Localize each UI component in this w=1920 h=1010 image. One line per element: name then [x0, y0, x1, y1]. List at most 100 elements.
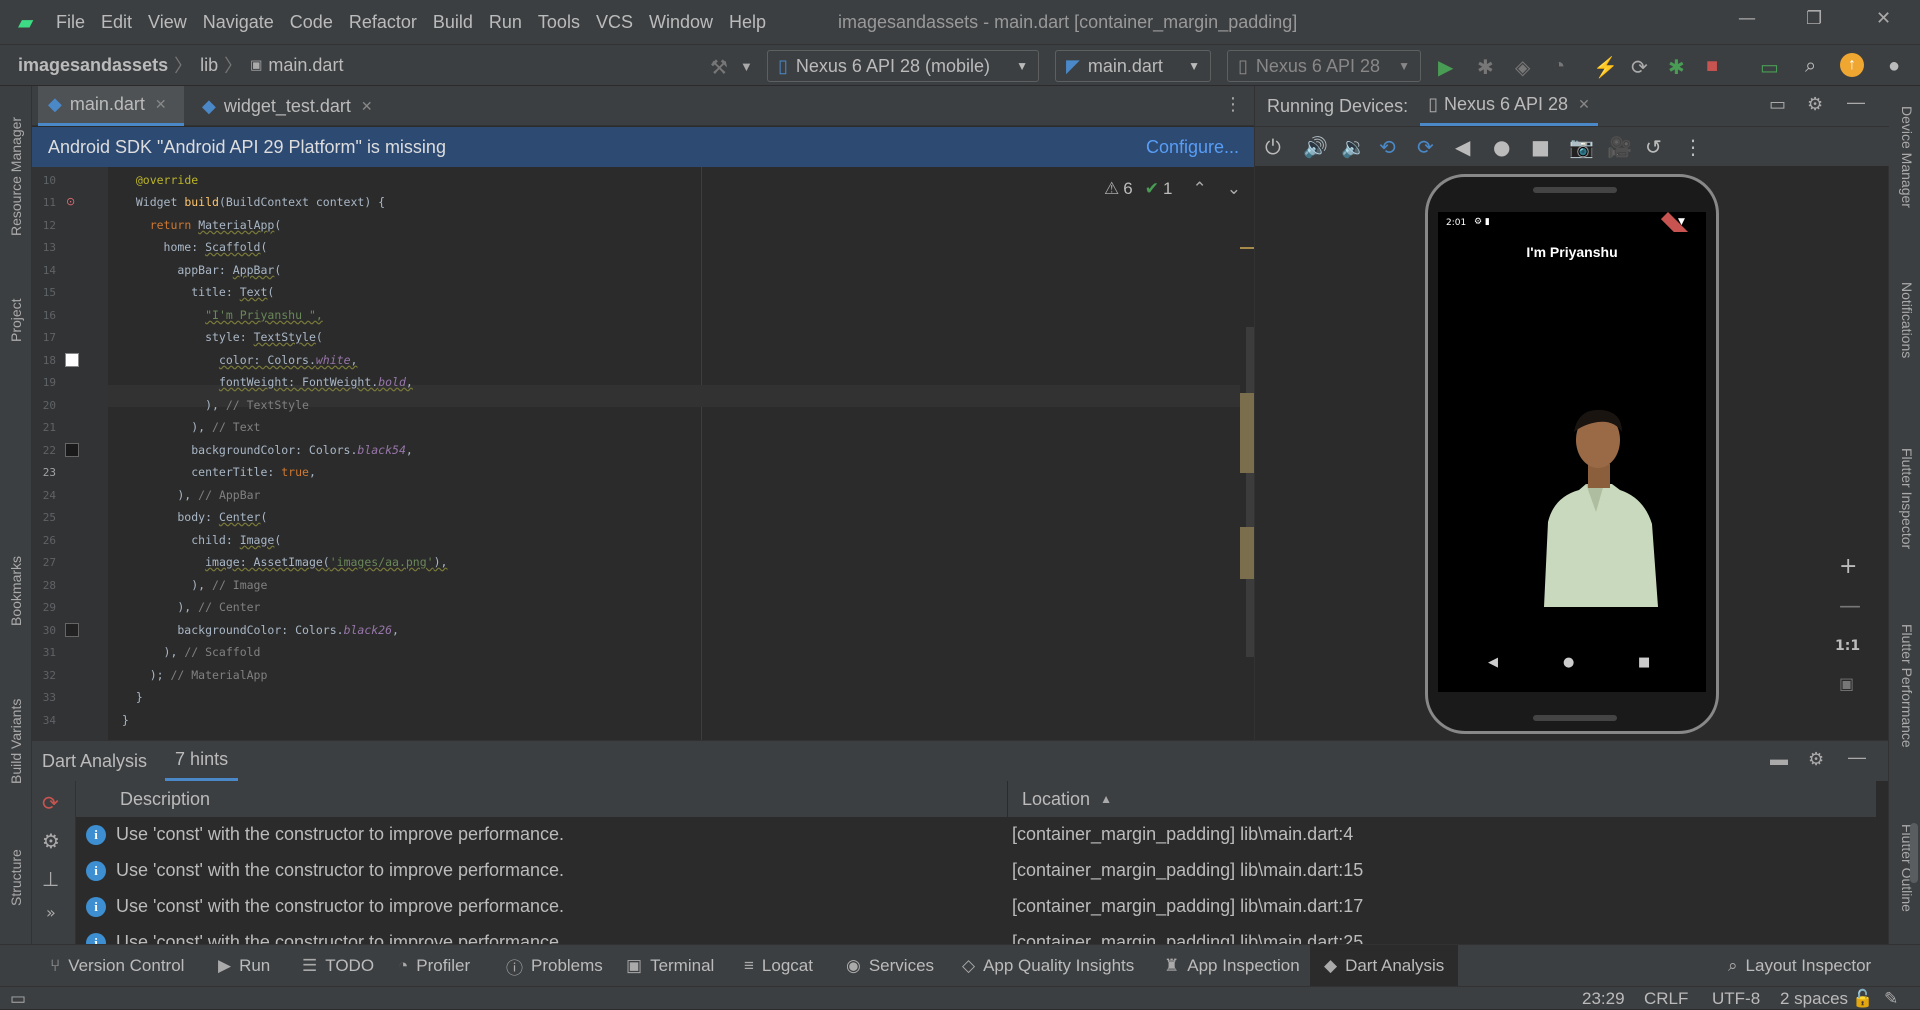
- minimize-icon[interactable]: —: [1738, 8, 1756, 29]
- color-swatch-black54-icon[interactable]: [65, 443, 79, 457]
- tool-structure[interactable]: Structure: [8, 849, 24, 906]
- menu-code[interactable]: Code: [282, 12, 341, 33]
- search-icon[interactable]: ⌕: [1805, 55, 1816, 78]
- pencil-icon[interactable]: ✎: [1884, 987, 1898, 1010]
- menu-tools[interactable]: Tools: [530, 12, 588, 33]
- profile-icon[interactable]: ◔: [1553, 55, 1565, 78]
- inspection-widget[interactable]: ⚠ 6 ✔ 1 ⌃ ⌄: [1104, 179, 1241, 199]
- tool-resource-manager[interactable]: Resource Manager: [8, 117, 24, 236]
- volume-up-icon[interactable]: 🔊: [1303, 135, 1328, 159]
- expand-icon[interactable]: »: [46, 903, 56, 922]
- zoom-in-icon[interactable]: +: [1839, 554, 1857, 579]
- menu-vcs[interactable]: VCS: [588, 12, 641, 33]
- breadcrumb-folder[interactable]: lib: [200, 55, 218, 76]
- stop-icon[interactable]: ■: [1706, 55, 1718, 78]
- more-options-icon[interactable]: ⋮: [1224, 94, 1242, 115]
- coverage-icon[interactable]: ◈: [1515, 55, 1530, 80]
- chevron-up-icon[interactable]: ⌃: [1192, 179, 1206, 199]
- tool-notifications[interactable]: Notifications: [1899, 282, 1915, 358]
- close-tab-icon[interactable]: ✕: [1578, 96, 1590, 113]
- tool-logcat[interactable]: ≡ Logcat: [744, 945, 813, 987]
- tool-problems[interactable]: ⓘ Problems: [506, 945, 603, 987]
- error-stripe[interactable]: [1240, 167, 1254, 740]
- column-location[interactable]: Location ▲: [1008, 781, 1876, 817]
- tool-dart-analysis[interactable]: ◆ Dart Analysis: [1310, 945, 1459, 987]
- hints-tab[interactable]: 7 hints: [165, 741, 239, 781]
- panel-toggle-icon[interactable]: ▭: [10, 987, 26, 1010]
- breadcrumb-file[interactable]: main.dart: [268, 55, 343, 76]
- home-icon[interactable]: ●: [1493, 135, 1510, 159]
- device-tab[interactable]: ▯ Nexus 6 API 28 ✕: [1420, 86, 1598, 126]
- hammer-icon[interactable]: ⚒: [710, 55, 728, 80]
- comment-icon[interactable]: ▬: [1770, 749, 1788, 770]
- android-back-icon[interactable]: ◀: [1488, 655, 1498, 670]
- run-config-selector[interactable]: ◤ main.dart ▼: [1055, 50, 1211, 82]
- device-manager-icon[interactable]: ▭: [1760, 55, 1779, 80]
- chevron-down-icon[interactable]: ▼: [740, 59, 753, 74]
- tool-version-control[interactable]: ⑂ Version Control: [50, 945, 184, 987]
- tool-bookmarks[interactable]: Bookmarks: [8, 556, 24, 626]
- tool-device-manager[interactable]: Device Manager: [1899, 106, 1915, 208]
- device-selector-secondary[interactable]: ▯ Nexus 6 API 28 ▼: [1227, 50, 1421, 82]
- run-icon[interactable]: ▶: [1438, 55, 1453, 80]
- tool-profiler[interactable]: ◔ Profiler: [398, 945, 470, 987]
- zoom-out-icon[interactable]: —: [1839, 594, 1861, 619]
- hide-panel-icon[interactable]: —: [1847, 92, 1865, 113]
- rotate-left-icon[interactable]: ⟲: [1379, 135, 1396, 159]
- tool-flutter-performance[interactable]: Flutter Performance: [1899, 624, 1915, 748]
- caret-position[interactable]: 23:29: [1582, 987, 1625, 1010]
- debug-icon[interactable]: ✱: [1477, 55, 1494, 80]
- tool-services[interactable]: ◉ Services: [846, 945, 934, 987]
- close-icon[interactable]: ✕: [1876, 8, 1891, 29]
- hot-reload-icon[interactable]: ⚡: [1593, 55, 1618, 80]
- menu-navigate[interactable]: Navigate: [195, 12, 282, 33]
- scrollbar-thumb[interactable]: [1910, 823, 1918, 883]
- volume-down-icon[interactable]: 🔉: [1341, 135, 1366, 159]
- menu-build[interactable]: Build: [425, 12, 481, 33]
- menu-refactor[interactable]: Refactor: [341, 12, 425, 33]
- zoom-actual-size[interactable]: 1:1: [1835, 638, 1860, 654]
- rotate-right-icon[interactable]: ⟳: [1417, 135, 1434, 159]
- screen-record-icon[interactable]: 🎥: [1607, 135, 1632, 159]
- close-tab-icon[interactable]: ✕: [361, 98, 373, 115]
- tool-run[interactable]: ▶ Run: [218, 945, 270, 987]
- column-description[interactable]: Description: [76, 781, 1008, 817]
- table-row[interactable]: i Use 'const' with the constructor to im…: [76, 889, 1876, 925]
- table-row[interactable]: i Use 'const' with the constructor to im…: [76, 925, 1876, 945]
- menu-run[interactable]: Run: [481, 12, 530, 33]
- tool-build-variants[interactable]: Build Variants: [8, 699, 24, 784]
- close-tab-icon[interactable]: ✕: [155, 96, 167, 113]
- back-icon[interactable]: ◀: [1455, 135, 1470, 159]
- power-icon[interactable]: ⏻: [1265, 135, 1281, 159]
- account-icon[interactable]: ●: [1888, 55, 1900, 78]
- line-separator[interactable]: CRLF: [1644, 987, 1688, 1010]
- overview-icon[interactable]: ■: [1531, 135, 1550, 159]
- update-icon[interactable]: ↑: [1840, 53, 1864, 77]
- table-row[interactable]: i Use 'const' with the constructor to im…: [76, 853, 1876, 889]
- tool-todo[interactable]: ☰ TODO: [302, 945, 374, 987]
- apply-changes-icon[interactable]: ⟳: [1631, 55, 1648, 80]
- menu-help[interactable]: Help: [721, 12, 774, 33]
- tab-main-dart[interactable]: ◆ main.dart ✕: [38, 86, 184, 126]
- hide-panel-icon[interactable]: —: [1848, 747, 1866, 768]
- gear-icon[interactable]: ⚙: [42, 829, 60, 853]
- configure-link[interactable]: Configure...: [1146, 137, 1239, 158]
- menu-view[interactable]: View: [140, 12, 195, 33]
- tool-app-inspection[interactable]: ♜ App Inspection: [1164, 945, 1300, 987]
- table-row[interactable]: i Use 'const' with the constructor to im…: [76, 817, 1876, 853]
- gear-icon[interactable]: ⚙: [1807, 94, 1823, 115]
- screenshot-icon[interactable]: 📷: [1569, 135, 1594, 159]
- file-encoding[interactable]: UTF-8: [1712, 987, 1760, 1010]
- more-options-icon[interactable]: ⋮: [1683, 135, 1703, 159]
- tool-project[interactable]: Project: [8, 298, 24, 342]
- tool-terminal[interactable]: ▣ Terminal: [626, 945, 714, 987]
- android-home-icon[interactable]: ●: [1563, 655, 1574, 670]
- pin-icon[interactable]: ⊥: [42, 867, 59, 891]
- lock-icon[interactable]: 🔓: [1852, 987, 1873, 1010]
- chevron-down-icon[interactable]: ⌄: [1227, 179, 1241, 199]
- menu-file[interactable]: File: [48, 12, 93, 33]
- fit-screen-icon[interactable]: ▣: [1839, 674, 1854, 693]
- snapshot-icon[interactable]: ↺: [1645, 135, 1662, 159]
- device-screen[interactable]: 2:01 ⚙ ▮ ▼ I'm Priyanshu ◀ ● ■: [1438, 212, 1706, 692]
- indent-setting[interactable]: 2 spaces: [1780, 987, 1848, 1010]
